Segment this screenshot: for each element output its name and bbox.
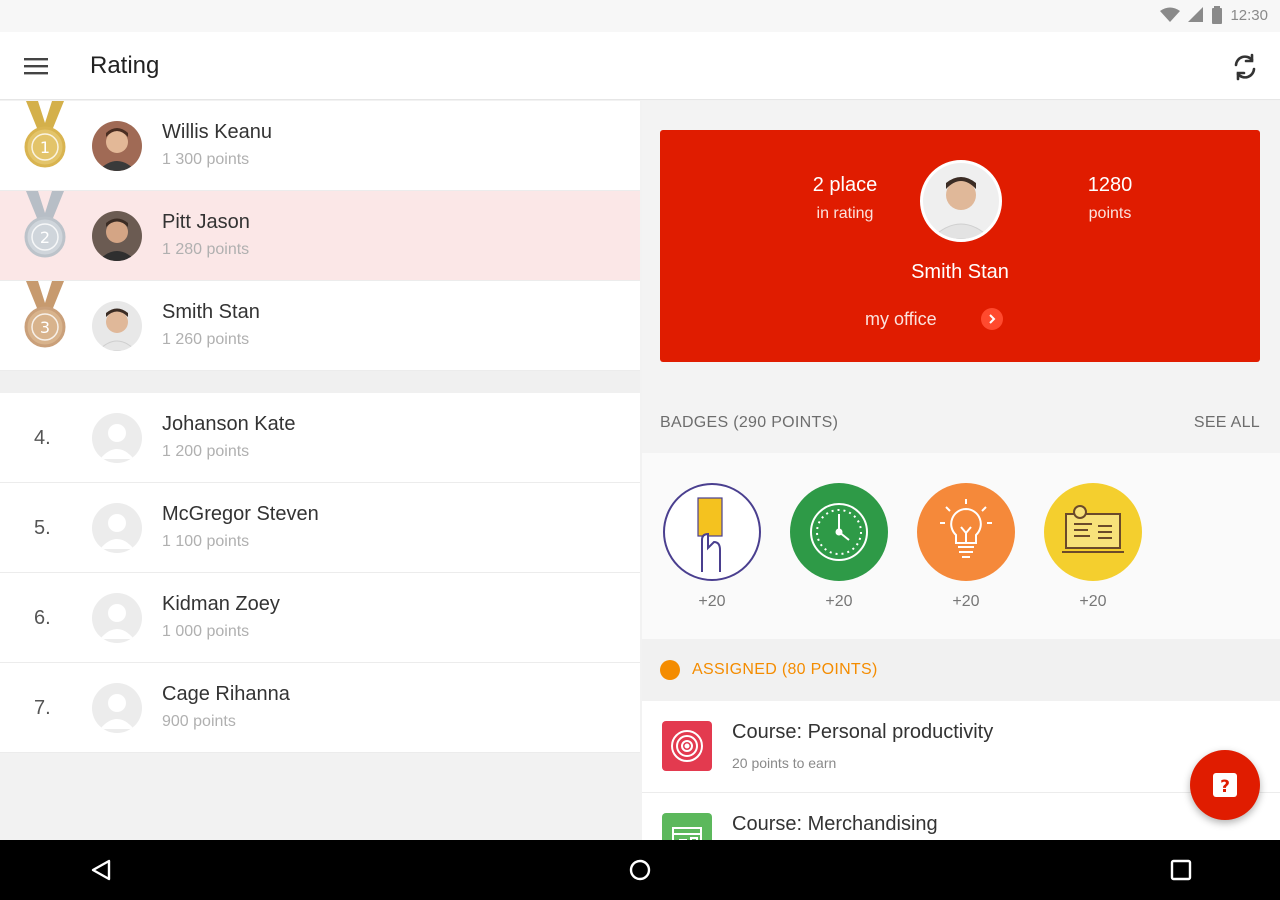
gold-medal-icon: 1 bbox=[24, 101, 66, 168]
badge-item[interactable]: +20 bbox=[789, 483, 889, 611]
yellow-card-icon bbox=[663, 483, 761, 581]
assigned-header: ASSIGNED (80 POINTS) bbox=[642, 639, 1280, 701]
status-dot-icon bbox=[660, 660, 680, 680]
course-item[interactable]: Course: Personal productivity 20 points … bbox=[642, 701, 1280, 793]
certificate-icon bbox=[1044, 483, 1142, 581]
player-name: Pitt Jason bbox=[162, 211, 250, 233]
system-nav-bar bbox=[0, 840, 1280, 900]
chevron-right-icon bbox=[980, 308, 1003, 330]
badge-points: +20 bbox=[698, 593, 726, 610]
badge-points: +20 bbox=[825, 593, 853, 610]
target-icon bbox=[662, 721, 712, 771]
total-points-value: 1280 bbox=[1087, 174, 1133, 196]
course-title: Course: Merchandising bbox=[732, 813, 938, 835]
player-points: 1 260 points bbox=[162, 331, 250, 348]
status-time: 12:30 bbox=[1230, 6, 1268, 24]
list-divider bbox=[0, 371, 640, 393]
player-name: Willis Keanu bbox=[162, 121, 273, 143]
bronze-medal-icon: 3 bbox=[24, 281, 66, 348]
profile-card: 2 place in rating 1280 points Smith Stan… bbox=[660, 130, 1260, 362]
my-office-link[interactable]: my office bbox=[865, 308, 1003, 330]
page-title: Rating bbox=[90, 52, 160, 79]
badges-list: +20 +20 +20 +20 bbox=[642, 453, 1280, 639]
leaderboard-row[interactable]: 4. Johanson Kate 1 200 points bbox=[0, 393, 640, 483]
lightbulb-icon bbox=[917, 483, 1015, 581]
avatar-placeholder-icon bbox=[92, 593, 142, 643]
avatar bbox=[92, 301, 142, 351]
total-points-label: points bbox=[1088, 205, 1132, 222]
my-office-label: my office bbox=[865, 308, 937, 329]
store-icon bbox=[662, 813, 712, 840]
avatar-placeholder-icon bbox=[92, 413, 142, 463]
hamburger-menu-icon[interactable] bbox=[20, 52, 52, 80]
svg-text:2: 2 bbox=[40, 228, 50, 247]
badge-points: +20 bbox=[952, 593, 980, 610]
player-points: 1 280 points bbox=[162, 241, 250, 258]
course-list: Course: Personal productivity 20 points … bbox=[642, 701, 1280, 840]
profile-name: Smith Stan bbox=[911, 261, 1009, 283]
player-name: Cage Rihanna bbox=[162, 683, 290, 705]
player-name: Kidman Zoey bbox=[162, 593, 280, 615]
course-subtitle: 20 points to earn bbox=[732, 755, 837, 771]
player-name: Smith Stan bbox=[162, 301, 260, 323]
leaderboard-row[interactable]: 1 Willis Keanu 1 300 points bbox=[0, 101, 640, 191]
avatar-placeholder-icon bbox=[92, 503, 142, 553]
rating-place-value: 2 place bbox=[812, 174, 878, 196]
svg-text:?: ? bbox=[1220, 777, 1230, 797]
player-points: 1 300 points bbox=[162, 151, 250, 168]
leaderboard-panel: 1 Willis Keanu 1 300 points 2 Pitt Jason… bbox=[0, 101, 640, 840]
leaderboard-row[interactable]: 7. Cage Rihanna 900 points bbox=[0, 663, 640, 753]
avatar-placeholder-icon bbox=[92, 683, 142, 733]
refresh-icon[interactable] bbox=[1228, 50, 1262, 84]
leaderboard-row-current[interactable]: 2 Pitt Jason 1 280 points bbox=[0, 191, 640, 281]
home-icon[interactable] bbox=[625, 855, 655, 885]
back-icon[interactable] bbox=[86, 855, 116, 885]
wifi-icon bbox=[1160, 7, 1181, 22]
recents-icon[interactable] bbox=[1166, 855, 1196, 885]
rank-number: 4. bbox=[34, 427, 51, 449]
leaderboard-row[interactable]: 5. McGregor Steven 1 100 points bbox=[0, 483, 640, 573]
signal-icon bbox=[1188, 7, 1204, 22]
profile-avatar bbox=[920, 160, 1002, 242]
player-name: Johanson Kate bbox=[162, 413, 296, 435]
badges-header: BADGES (290 POINTS) SEE ALL bbox=[660, 414, 1260, 432]
player-points: 1 000 points bbox=[162, 623, 250, 640]
profile-panel: 2 place in rating 1280 points Smith Stan… bbox=[642, 101, 1280, 840]
badge-item[interactable]: +20 bbox=[916, 483, 1016, 611]
svg-text:3: 3 bbox=[40, 318, 50, 337]
player-points: 1 200 points bbox=[162, 443, 250, 460]
rating-place: 2 place in rating bbox=[770, 174, 920, 223]
clock-icon bbox=[790, 483, 888, 581]
badge-points: +20 bbox=[1079, 593, 1107, 610]
ranked-list: 4. Johanson Kate 1 200 points 5. McGrego… bbox=[0, 393, 640, 753]
badges-title: BADGES (290 POINTS) bbox=[660, 414, 839, 431]
avatar bbox=[92, 121, 142, 171]
rank-number: 7. bbox=[34, 697, 51, 719]
see-all-link[interactable]: SEE ALL bbox=[1194, 414, 1260, 432]
status-bar: 12:30 bbox=[0, 0, 1280, 32]
status-icons: 12:30 bbox=[1160, 6, 1268, 24]
player-points: 900 points bbox=[162, 713, 236, 730]
leaderboard-row[interactable]: 3 Smith Stan 1 260 points bbox=[0, 281, 640, 371]
player-points: 1 100 points bbox=[162, 533, 250, 550]
rating-place-label: in rating bbox=[816, 205, 874, 222]
top-three-list: 1 Willis Keanu 1 300 points 2 Pitt Jason… bbox=[0, 101, 640, 371]
badge-item[interactable]: +20 bbox=[1043, 483, 1143, 611]
assigned-title: ASSIGNED (80 POINTS) bbox=[692, 661, 878, 678]
badge-item[interactable]: +20 bbox=[662, 483, 762, 611]
help-question-icon: ? bbox=[1213, 773, 1237, 797]
rank-number: 5. bbox=[34, 517, 51, 539]
course-title: Course: Personal productivity bbox=[732, 721, 994, 743]
help-button[interactable]: ? bbox=[1190, 750, 1260, 820]
avatar bbox=[92, 211, 142, 261]
silver-medal-icon: 2 bbox=[24, 191, 66, 258]
rank-number: 6. bbox=[34, 607, 51, 629]
app-bar: Rating bbox=[0, 32, 1280, 100]
total-points: 1280 points bbox=[1040, 174, 1180, 223]
course-item[interactable]: Course: Merchandising bbox=[642, 793, 1280, 840]
svg-text:1: 1 bbox=[40, 138, 50, 157]
battery-icon bbox=[1212, 6, 1223, 24]
player-name: McGregor Steven bbox=[162, 503, 319, 525]
leaderboard-row[interactable]: 6. Kidman Zoey 1 000 points bbox=[0, 573, 640, 663]
